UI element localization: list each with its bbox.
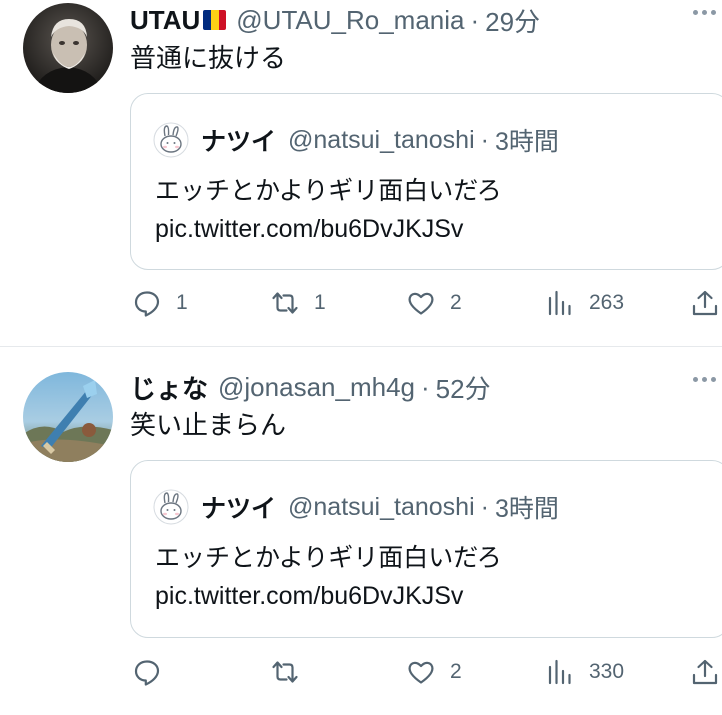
quoted-tweet-text: エッチとかよりギリ面白いだろ pic.twitter.com/bu6DvJKJS… xyxy=(155,172,502,248)
share-icon xyxy=(692,659,718,685)
retweet-count: 1 xyxy=(314,291,326,314)
quoted-avatar[interactable] xyxy=(153,489,189,525)
quoted-timestamp: 3時間 xyxy=(494,128,559,156)
quoted-tweet[interactable]: ナツイ @natsui_tanoshi · 3時間 エッチとかよりギリ面白いだろ… xyxy=(130,93,722,270)
views-icon xyxy=(548,290,571,316)
reply-icon xyxy=(134,291,160,317)
avatar[interactable] xyxy=(23,372,113,462)
tweet[interactable]: UTAU @UTAU_Ro_mania · 29分 普通に抜ける ナツイ @na… xyxy=(0,0,722,346)
share-button[interactable] xyxy=(690,283,720,323)
reply-button[interactable]: 1 xyxy=(132,283,188,323)
reply-icon xyxy=(134,660,160,686)
retweet-icon xyxy=(272,661,298,683)
avatar[interactable] xyxy=(23,3,113,93)
like-count: 2 xyxy=(450,291,462,314)
tweet[interactable]: じょな @jonasan_mh4g · 52分 笑い止まらん ナツイ @nats… xyxy=(0,347,722,715)
quoted-tweet[interactable]: ナツイ @natsui_tanoshi · 3時間 エッチとかよりギリ面白いだろ… xyxy=(130,460,722,638)
views-button[interactable]: 330 xyxy=(545,652,624,692)
more-icon[interactable] xyxy=(693,377,716,382)
quoted-tweet-header: ナツイ @natsui_tanoshi · 3時間 xyxy=(153,489,559,525)
quoted-tweet-header: ナツイ @natsui_tanoshi · 3時間 xyxy=(153,122,559,158)
quoted-display-name: ナツイ xyxy=(201,128,277,156)
separator-dot: · xyxy=(480,125,489,154)
quoted-text-line: エッチとかよりギリ面白いだろ xyxy=(155,544,502,572)
quoted-text-line: エッチとかよりギリ面白いだろ xyxy=(155,177,502,205)
views-count: 330 xyxy=(589,660,625,683)
quoted-display-name: ナツイ xyxy=(201,495,277,523)
share-button[interactable] xyxy=(690,652,720,692)
display-name[interactable]: じょな xyxy=(130,369,208,406)
more-icon[interactable] xyxy=(693,10,716,15)
like-button[interactable]: 2 xyxy=(406,652,462,692)
display-name[interactable]: UTAU xyxy=(130,5,200,36)
tweet-header: じょな @jonasan_mh4g · 52分 xyxy=(130,369,491,405)
reply-count: 1 xyxy=(176,291,188,314)
retweet-button[interactable] xyxy=(270,652,314,692)
like-count: 2 xyxy=(450,660,462,683)
action-bar: 2 330 xyxy=(0,652,722,692)
user-handle[interactable]: @jonasan_mh4g xyxy=(218,372,415,403)
quoted-link[interactable]: pic.twitter.com/bu6DvJKJSv xyxy=(155,577,502,615)
like-icon xyxy=(408,292,434,315)
views-icon xyxy=(548,659,571,685)
separator-dot: · xyxy=(420,371,430,402)
user-handle[interactable]: @UTAU_Ro_mania xyxy=(236,5,464,36)
like-button[interactable]: 2 xyxy=(406,283,462,323)
tweet-text: 笑い止まらん xyxy=(130,410,287,440)
separator-dot: · xyxy=(470,4,480,35)
action-bar: 1 1 2 263 xyxy=(0,283,722,323)
quoted-timestamp: 3時間 xyxy=(494,495,559,523)
views-button[interactable]: 263 xyxy=(545,283,624,323)
romania-flag-icon xyxy=(203,10,227,30)
reply-button[interactable] xyxy=(132,652,176,692)
views-count: 263 xyxy=(589,291,625,314)
retweet-button[interactable]: 1 xyxy=(270,283,326,323)
like-icon xyxy=(408,661,434,684)
timeline: UTAU @UTAU_Ro_mania · 29分 普通に抜ける ナツイ @na… xyxy=(0,0,722,715)
timestamp[interactable]: 52分 xyxy=(436,369,491,406)
tweet-header: UTAU @UTAU_Ro_mania · 29分 xyxy=(130,2,540,38)
separator-dot: · xyxy=(480,492,489,521)
quoted-tweet-text: エッチとかよりギリ面白いだろ pic.twitter.com/bu6DvJKJS… xyxy=(155,539,502,615)
tweet-text: 普通に抜ける xyxy=(130,43,287,73)
quoted-link[interactable]: pic.twitter.com/bu6DvJKJSv xyxy=(155,210,502,248)
quoted-user-handle: @natsui_tanoshi xyxy=(288,492,475,521)
quoted-avatar[interactable] xyxy=(153,122,189,158)
quoted-user-handle: @natsui_tanoshi xyxy=(288,125,475,154)
timestamp[interactable]: 29分 xyxy=(485,2,540,39)
share-icon xyxy=(692,290,718,316)
retweet-icon xyxy=(272,292,298,314)
